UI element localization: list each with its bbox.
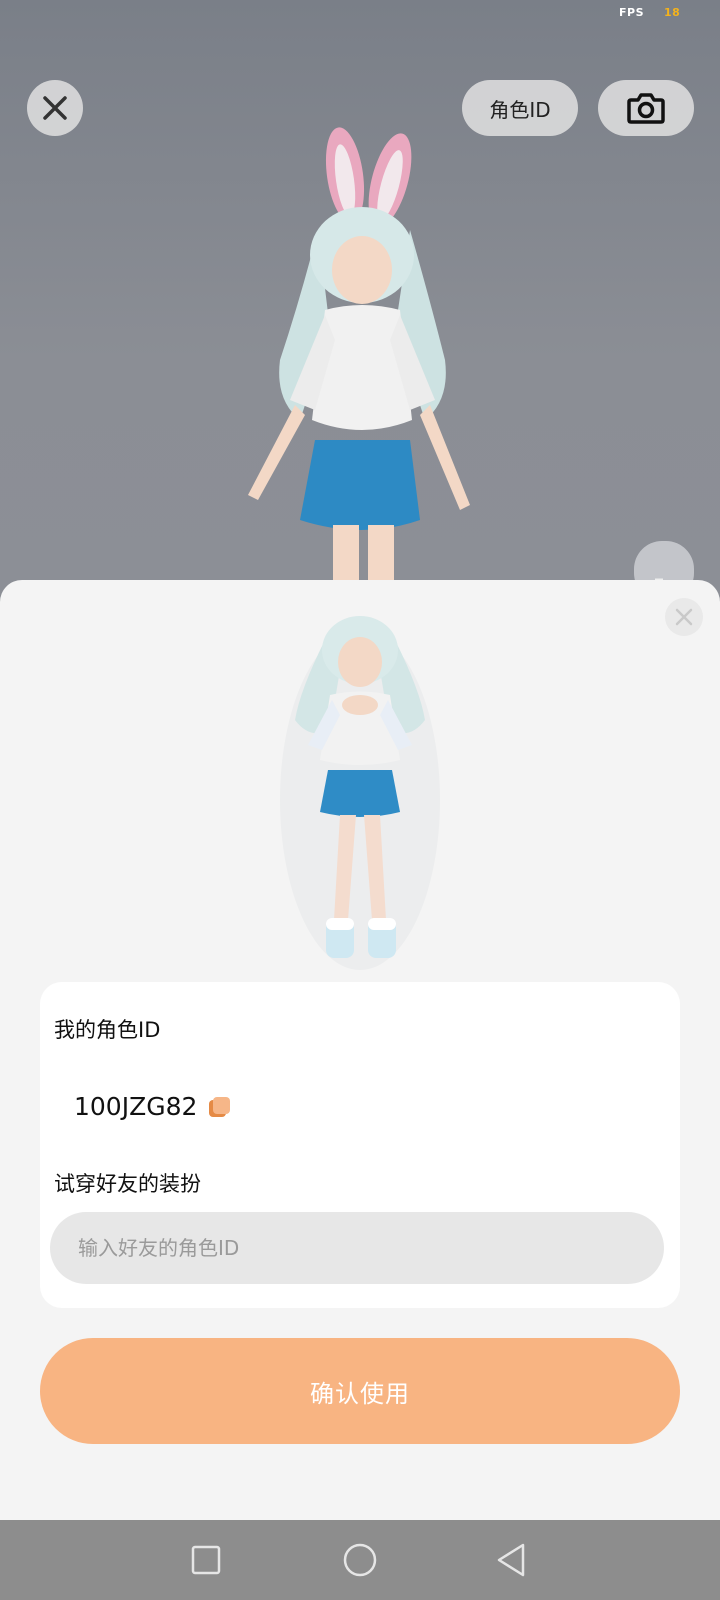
close-icon xyxy=(43,96,67,120)
confirm-button[interactable]: 确认使用 xyxy=(40,1338,680,1444)
role-id-button[interactable]: 角色ID xyxy=(462,80,578,136)
nav-home-button[interactable] xyxy=(340,1540,380,1580)
outfit-preview-image xyxy=(280,616,440,970)
try-on-label: 试穿好友的装扮 xyxy=(54,1172,201,1196)
camera-button[interactable] xyxy=(598,80,694,136)
nav-recents-button[interactable] xyxy=(186,1540,226,1580)
copy-button[interactable] xyxy=(207,1095,231,1119)
close-button[interactable] xyxy=(27,80,83,136)
avatar-scene[interactable]: FPS 18 角色ID xyxy=(0,0,720,600)
system-nav-bar xyxy=(0,1520,720,1600)
camera-icon xyxy=(627,93,665,124)
my-role-id-value: 100JZG82 xyxy=(74,1092,198,1121)
fps-label: FPS xyxy=(619,6,644,19)
outfit-share-panel: 我的角色ID 100JZG82 试穿好友的装扮 确认使用 xyxy=(0,580,720,1520)
triangle-back-icon xyxy=(497,1543,525,1577)
fps-counter: FPS 18 xyxy=(619,6,680,19)
square-icon xyxy=(191,1545,221,1575)
fps-value: 18 xyxy=(664,6,681,19)
close-icon xyxy=(675,608,693,626)
copy-icon xyxy=(209,1096,231,1117)
id-card: 我的角色ID 100JZG82 试穿好友的装扮 xyxy=(40,982,680,1308)
friend-id-field[interactable] xyxy=(50,1212,664,1284)
friend-id-input[interactable] xyxy=(50,1212,638,1284)
my-role-id-row: 100JZG82 xyxy=(74,1092,231,1121)
nav-back-button[interactable] xyxy=(491,1540,531,1580)
circle-icon xyxy=(343,1543,377,1577)
my-role-id-label: 我的角色ID xyxy=(54,1018,161,1042)
sheet-close-button[interactable] xyxy=(665,598,703,636)
